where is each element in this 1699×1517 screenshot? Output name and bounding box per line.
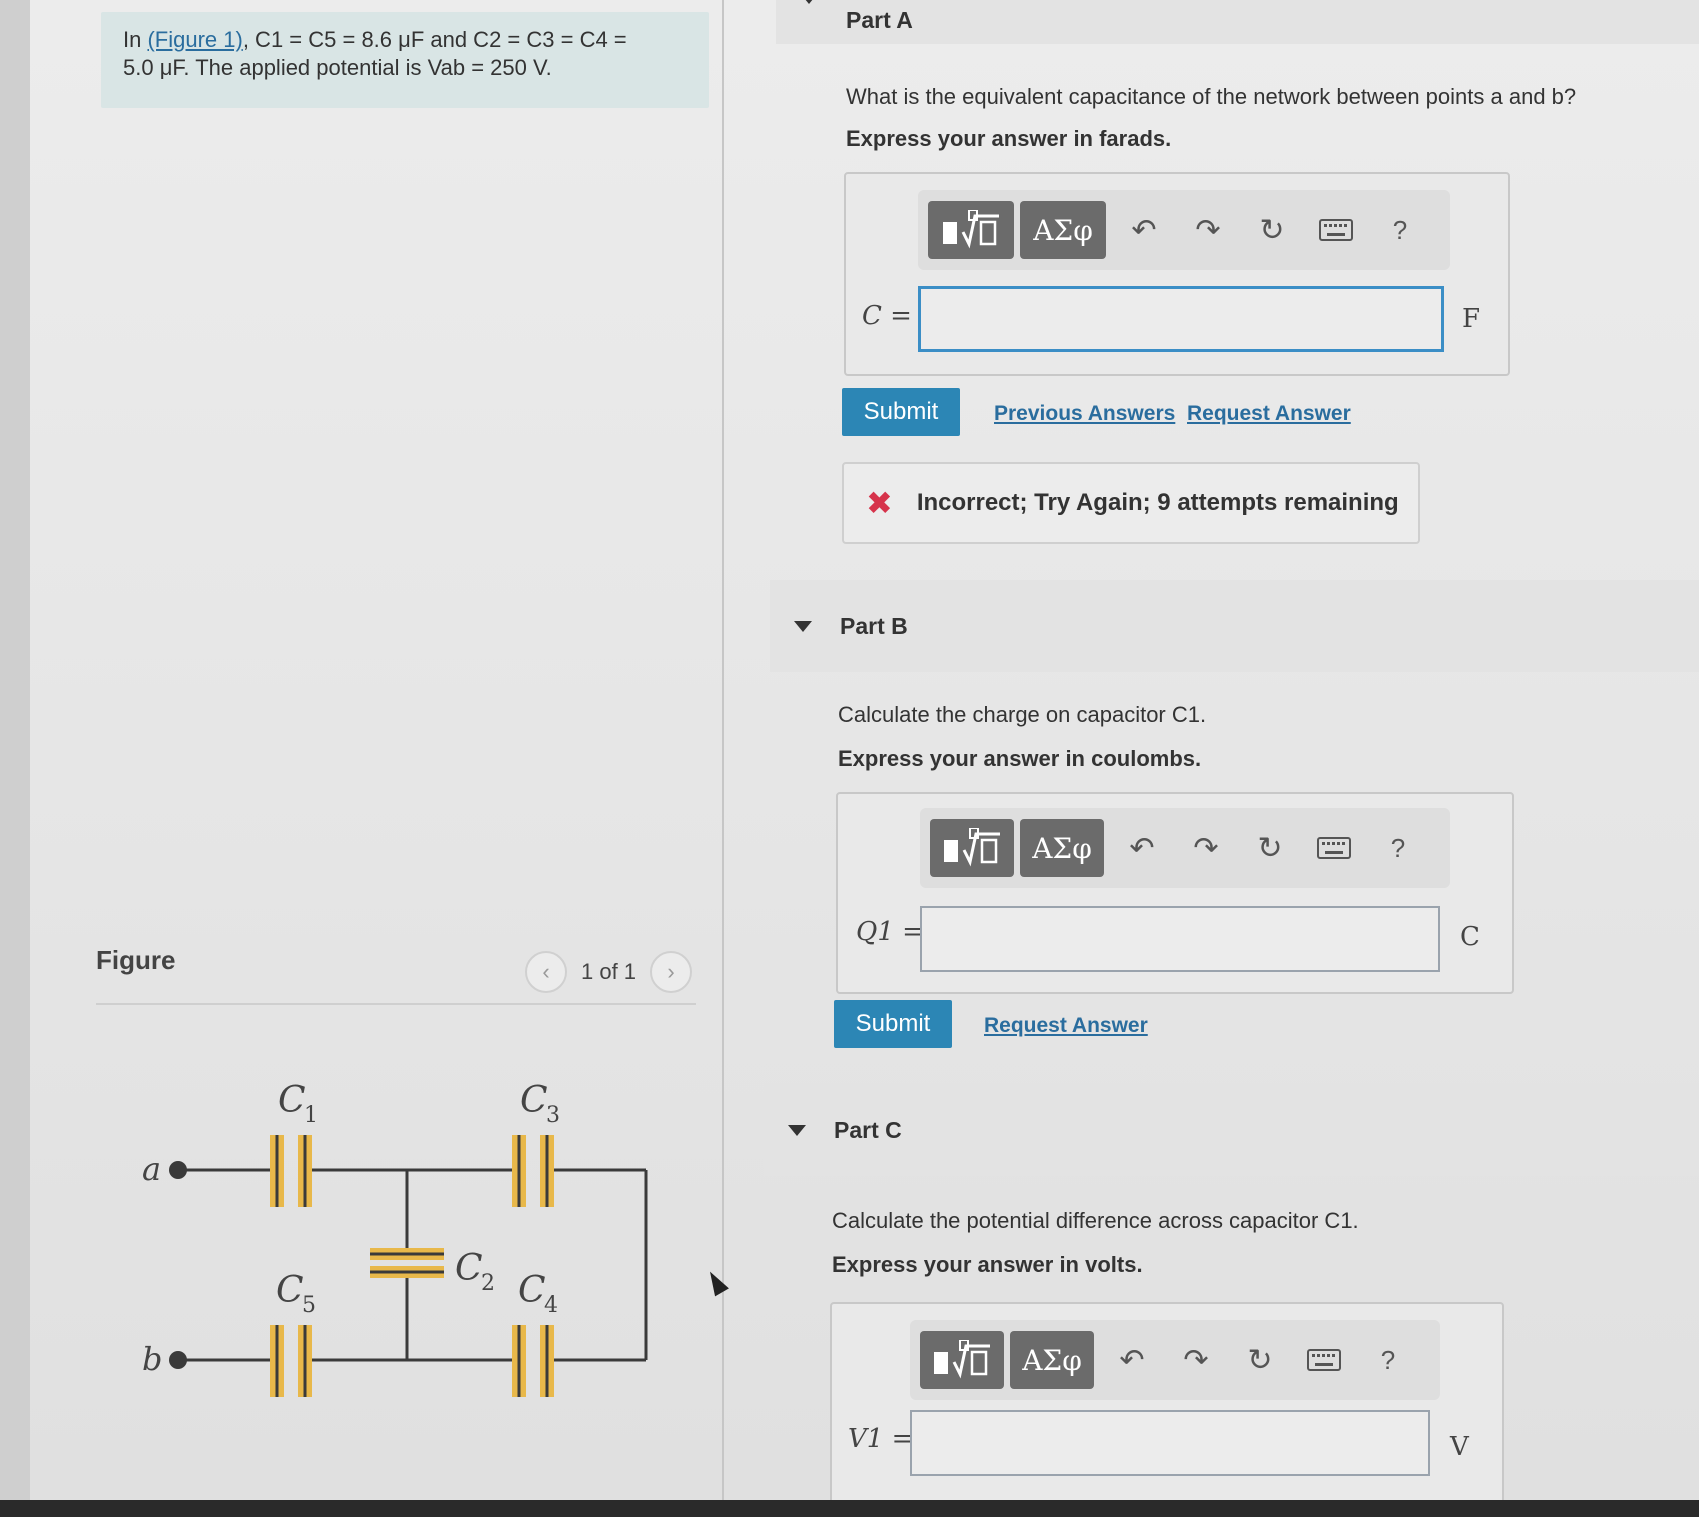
redo-icon[interactable]: ↷: [1164, 1331, 1228, 1389]
part-b-title: Part B: [840, 612, 908, 639]
part-b-submit-button[interactable]: Submit: [834, 1000, 952, 1048]
label-c5: C: [276, 1270, 304, 1311]
previous-answers-link[interactable]: Previous Answers: [994, 402, 1175, 426]
collapse-triangle-icon[interactable]: [788, 1124, 806, 1136]
part-b-express: Express your answer in coulombs.: [838, 746, 1202, 771]
label-c1: C: [278, 1080, 306, 1121]
part-c-express: Express your answer in volts.: [832, 1252, 1143, 1277]
circuit-wires: [178, 1168, 648, 1362]
collapse-triangle-icon[interactable]: [794, 620, 812, 632]
part-a-var-label: C =: [862, 301, 912, 331]
keyboard-icon[interactable]: [1304, 201, 1368, 259]
label-c2-sub: 2: [481, 1271, 495, 1296]
capacitor-c3: [512, 1135, 554, 1207]
chevron-right-icon[interactable]: ›: [650, 951, 693, 993]
part-b-request-answer-link[interactable]: Request Answer: [984, 1014, 1148, 1038]
redo-icon[interactable]: ↷: [1176, 201, 1240, 259]
capacitor-c5: [270, 1325, 312, 1397]
undo-icon[interactable]: ↶: [1110, 819, 1174, 877]
part-c-unit: V: [1450, 1432, 1469, 1462]
part-a-request-answer-link[interactable]: Request Answer: [1187, 402, 1351, 426]
terminal-a: [169, 1161, 187, 1179]
part-c-question: Calculate the potential difference acros…: [832, 1208, 1359, 1233]
problem-line1: , C1 = C5 = 8.6 μF and C2 = C3 = C4 =: [242, 27, 627, 52]
label-c1-sub: 1: [304, 1103, 318, 1128]
part-c-toolbar: ΑΣφ ↶ ↷ ↻ ?: [910, 1320, 1440, 1400]
figure-label: Figure: [96, 945, 176, 975]
symbols-button[interactable]: ΑΣφ: [1010, 1331, 1094, 1389]
keyboard-icon[interactable]: [1302, 819, 1366, 877]
undo-icon[interactable]: ↶: [1112, 201, 1176, 259]
terminal-b: [169, 1351, 187, 1369]
window-edge: [0, 0, 30, 1500]
redo-icon[interactable]: ↷: [1174, 819, 1238, 877]
part-b-var-label: Q1 =: [856, 917, 924, 947]
label-b: b: [142, 1340, 162, 1378]
part-a-title: Part A: [846, 6, 913, 33]
keyboard-icon[interactable]: [1292, 1331, 1356, 1389]
part-b-question: Calculate the charge on capacitor C1.: [838, 702, 1207, 727]
reset-icon[interactable]: ↻: [1238, 819, 1302, 877]
part-c-var-label: V1 =: [848, 1424, 914, 1454]
part-c-header[interactable]: Part C: [764, 1084, 1699, 1176]
part-a-express: Express your answer in farads.: [846, 126, 1172, 151]
templates-icon[interactable]: [930, 819, 1014, 877]
reset-icon[interactable]: ↻: [1240, 201, 1304, 259]
figure-link[interactable]: (Figure 1): [147, 27, 242, 52]
figure-divider: [96, 1003, 696, 1005]
undo-icon[interactable]: ↶: [1100, 1331, 1164, 1389]
error-x-icon: ✖: [866, 485, 893, 521]
circuit-diagram: a b C 1 C 3 C 2 C 5 C 4: [142, 1080, 648, 1397]
chevron-left-icon[interactable]: ‹: [525, 951, 567, 993]
help-button[interactable]: ?: [1366, 819, 1430, 877]
part-b-unit: C: [1460, 922, 1480, 952]
bottom-bar: [0, 1500, 1699, 1517]
templates-icon[interactable]: [928, 201, 1014, 259]
part-a-question: What is the equivalent capacitance of th…: [846, 84, 1577, 109]
templates-icon[interactable]: [920, 1331, 1004, 1389]
part-b-header[interactable]: Part B: [770, 580, 1699, 672]
capacitor-c2: [370, 1248, 444, 1278]
problem-line2: 5.0 μF. The applied potential is Vab = 2…: [123, 55, 552, 80]
capacitor-c4: [512, 1325, 554, 1397]
symbols-button[interactable]: ΑΣφ: [1020, 201, 1106, 259]
problem-statement: In (Figure 1), C1 = C5 = 8.6 μF and C2 =…: [101, 12, 709, 108]
collapse-triangle-icon[interactable]: [800, 0, 818, 4]
part-a-toolbar: ΑΣφ ↶ ↷ ↻ ?: [918, 190, 1450, 270]
part-c-title: Part C: [834, 1116, 902, 1143]
part-a-unit: F: [1462, 304, 1481, 334]
label-c4-sub: 4: [544, 1293, 558, 1318]
pager-text: 1 of 1: [581, 959, 637, 984]
part-b-toolbar: ΑΣφ ↶ ↷ ↻ ?: [920, 808, 1450, 888]
reset-icon[interactable]: ↻: [1228, 1331, 1292, 1389]
part-a-submit-button[interactable]: Submit: [842, 388, 960, 436]
symbols-button[interactable]: ΑΣφ: [1020, 819, 1104, 877]
label-a: a: [142, 1150, 161, 1188]
part-a-feedback: ✖ Incorrect; Try Again; 9 attempts remai…: [842, 462, 1420, 544]
help-button[interactable]: ?: [1368, 201, 1432, 259]
label-c3-sub: 3: [546, 1103, 560, 1128]
help-button[interactable]: ?: [1356, 1331, 1420, 1389]
label-c2: C: [455, 1248, 483, 1289]
label-c3: C: [520, 1080, 548, 1121]
label-c5-sub: 5: [302, 1293, 316, 1318]
feedback-text: Incorrect; Try Again; 9 attempts remaini…: [916, 489, 1399, 516]
part-a-answer-input[interactable]: [918, 286, 1444, 352]
part-b-answer-input[interactable]: [920, 906, 1440, 972]
column-divider: [722, 0, 724, 1500]
part-a-header[interactable]: Part A: [776, 0, 1699, 44]
problem-prefix: In: [123, 27, 148, 52]
part-c-answer-input[interactable]: [910, 1410, 1430, 1476]
label-c4: C: [518, 1270, 546, 1311]
figure-pager: ‹ 1 of 1 ›: [525, 951, 693, 993]
capacitor-c1: [270, 1135, 312, 1207]
